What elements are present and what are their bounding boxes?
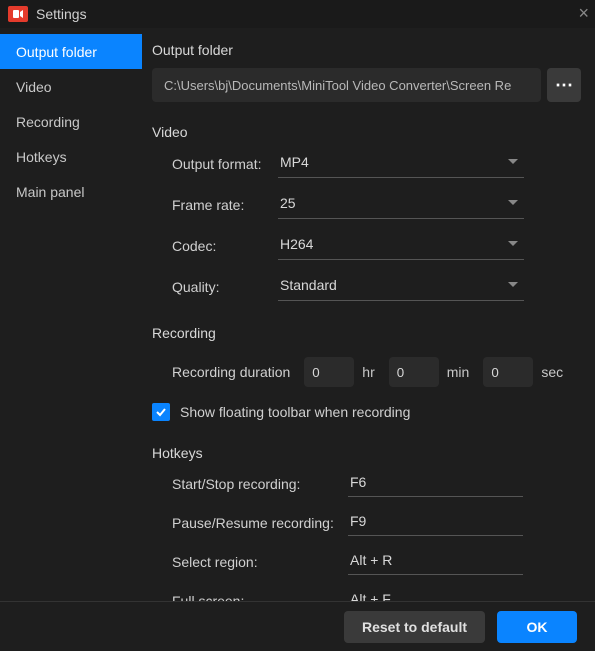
section-output-folder: Output folder <box>152 42 581 58</box>
show-floating-label: Show floating toolbar when recording <box>180 404 410 420</box>
sidebar-item-hotkeys[interactable]: Hotkeys <box>0 139 142 174</box>
output-format-select[interactable]: MP4 <box>278 150 524 178</box>
content-pane: Output folder ⋯ Video Output format: MP4… <box>142 28 595 601</box>
codec-label: Codec: <box>152 238 278 254</box>
browse-button[interactable]: ⋯ <box>547 68 581 102</box>
sidebar-item-label: Video <box>16 79 52 95</box>
sidebar-item-label: Recording <box>16 114 80 130</box>
frame-rate-label: Frame rate: <box>152 197 278 213</box>
output-format-value: MP4 <box>280 154 309 170</box>
hotkey-row: Select region:Alt + R <box>152 549 581 575</box>
close-icon[interactable]: × <box>578 4 589 22</box>
hotkey-label: Start/Stop recording: <box>152 476 348 492</box>
output-format-label: Output format: <box>152 156 278 172</box>
codec-value: H264 <box>280 236 313 252</box>
section-hotkeys: Hotkeys <box>152 445 581 461</box>
duration-sec-input[interactable] <box>483 357 533 387</box>
titlebar: Settings × <box>0 0 595 28</box>
hotkey-value[interactable]: Alt + R <box>348 549 523 575</box>
chevron-down-icon <box>508 159 518 164</box>
hotkey-value-text: F9 <box>350 513 366 529</box>
sidebar-item-main-panel[interactable]: Main panel <box>0 174 142 209</box>
codec-select[interactable]: H264 <box>278 232 524 260</box>
quality-value: Standard <box>280 277 337 293</box>
ellipsis-icon: ⋯ <box>555 75 573 96</box>
duration-hr-input[interactable] <box>304 357 354 387</box>
output-path-input[interactable] <box>152 68 541 102</box>
footer: Reset to default OK <box>0 601 595 651</box>
hotkey-value-text: Alt + R <box>350 552 392 568</box>
hotkey-row: Start/Stop recording:F6 <box>152 471 581 497</box>
hotkey-value[interactable]: Alt + F <box>348 588 523 601</box>
chevron-down-icon <box>508 241 518 246</box>
recording-duration-label: Recording duration <box>172 364 290 380</box>
quality-label: Quality: <box>152 279 278 295</box>
app-logo <box>8 6 28 22</box>
hotkey-value-text: F6 <box>350 474 366 490</box>
section-video: Video <box>152 124 581 140</box>
window-title: Settings <box>36 6 87 22</box>
sec-unit: sec <box>541 364 563 380</box>
sidebar-item-label: Hotkeys <box>16 149 67 165</box>
hotkey-label: Select region: <box>152 554 348 570</box>
hotkey-row: Pause/Resume recording:F9 <box>152 510 581 536</box>
chevron-down-icon <box>508 200 518 205</box>
hotkey-label: Full screen: <box>152 593 348 601</box>
frame-rate-value: 25 <box>280 195 296 211</box>
sidebar-item-label: Main panel <box>16 184 85 200</box>
duration-min-input[interactable] <box>389 357 439 387</box>
check-icon <box>155 406 167 418</box>
hr-unit: hr <box>362 364 374 380</box>
chevron-down-icon <box>508 282 518 287</box>
min-unit: min <box>447 364 470 380</box>
hotkey-value-text: Alt + F <box>350 591 391 601</box>
hotkey-value[interactable]: F6 <box>348 471 523 497</box>
show-floating-checkbox[interactable] <box>152 403 170 421</box>
hotkey-label: Pause/Resume recording: <box>152 515 348 531</box>
sidebar-item-output-folder[interactable]: Output folder <box>0 34 142 69</box>
ok-button[interactable]: OK <box>497 611 577 643</box>
quality-select[interactable]: Standard <box>278 273 524 301</box>
sidebar-item-video[interactable]: Video <box>0 69 142 104</box>
sidebar: Output folder Video Recording Hotkeys Main p… <box>0 28 142 601</box>
hotkey-value[interactable]: F9 <box>348 510 523 536</box>
section-recording: Recording <box>152 325 581 341</box>
sidebar-item-label: Output folder <box>16 44 97 60</box>
hotkey-row: Full screen:Alt + F <box>152 588 581 601</box>
frame-rate-select[interactable]: 25 <box>278 191 524 219</box>
sidebar-item-recording[interactable]: Recording <box>0 104 142 139</box>
reset-button[interactable]: Reset to default <box>344 611 485 643</box>
